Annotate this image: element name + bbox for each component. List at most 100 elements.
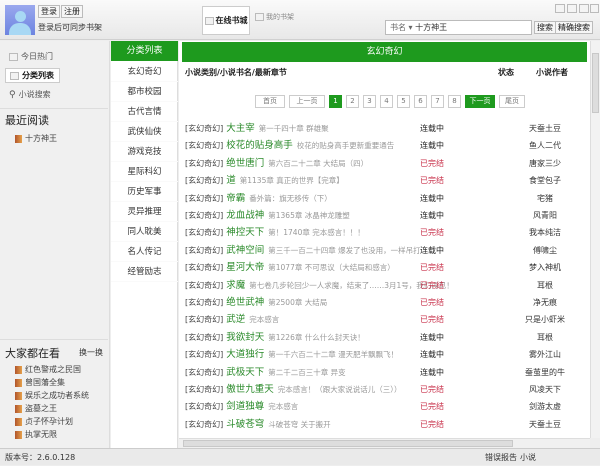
- latest-chapter-link[interactable]: 第1135章 真正的世界【完章】: [240, 176, 344, 185]
- author-link[interactable]: 食堂包子: [515, 172, 575, 189]
- latest-chapter-link[interactable]: 第一千四十章 群雄聚: [259, 124, 329, 133]
- book-title-link[interactable]: 我欲封天: [226, 332, 264, 343]
- search-input[interactable]: 书名 ▾ 十方神王: [385, 20, 532, 35]
- author-link[interactable]: 耳根: [515, 329, 575, 346]
- page-page-8-button[interactable]: 8: [448, 95, 461, 108]
- row-category[interactable]: [玄幻奇幻]: [185, 385, 223, 394]
- author-link[interactable]: 雾外江山: [515, 346, 575, 363]
- author-link[interactable]: 天蚕土豆: [515, 120, 575, 137]
- author-link[interactable]: 天蚕土豆: [515, 416, 575, 433]
- book-title-link[interactable]: 武逆: [226, 314, 245, 325]
- author-link[interactable]: 梦入神机: [515, 259, 575, 276]
- book-title-link[interactable]: 大道独行: [226, 349, 264, 360]
- latest-chapter-link[interactable]: 第三千一百二十四章 爆发了也没用，一样吊打: [268, 246, 420, 255]
- category-item[interactable]: 历史军事: [111, 182, 178, 202]
- book-title-link[interactable]: 校花的贴身高手: [226, 140, 293, 151]
- latest-chapter-link[interactable]: 第！1740章 完本感言！！！: [268, 228, 364, 237]
- category-item[interactable]: 星际科幻: [111, 162, 178, 182]
- login-button[interactable]: 登录: [38, 5, 60, 18]
- latest-chapter-link[interactable]: 第1077章 不可思议（大结局和感言）: [268, 263, 394, 272]
- row-category[interactable]: [玄幻奇幻]: [185, 298, 223, 307]
- author-link[interactable]: 蚕茧里的牛: [515, 364, 575, 381]
- category-item[interactable]: 都市校园: [111, 82, 178, 102]
- row-category[interactable]: [玄幻奇幻]: [185, 315, 223, 324]
- row-category[interactable]: [玄幻奇幻]: [185, 246, 223, 255]
- row-category[interactable]: [玄幻奇幻]: [185, 350, 223, 359]
- page-next-button[interactable]: 下一页: [465, 95, 495, 108]
- close-icon[interactable]: [590, 4, 599, 13]
- avatar[interactable]: [5, 5, 35, 35]
- register-button[interactable]: 注册: [61, 5, 83, 18]
- search-button[interactable]: 搜索: [534, 21, 556, 34]
- book-title-link[interactable]: 神控天下: [226, 227, 264, 238]
- latest-chapter-link[interactable]: 完本感言！（跟大家说说话儿（三））: [278, 385, 402, 394]
- author-link[interactable]: 净无痕: [515, 294, 575, 311]
- author-link[interactable]: 耳根: [515, 277, 575, 294]
- page-page-1-button[interactable]: 1: [329, 95, 342, 108]
- row-category[interactable]: [玄幻奇幻]: [185, 228, 223, 237]
- row-category[interactable]: [玄幻奇幻]: [185, 263, 223, 272]
- page-page-3-button[interactable]: 3: [363, 95, 376, 108]
- refresh-link[interactable]: 换一换: [79, 347, 103, 358]
- latest-chapter-link[interactable]: 第六百二十二章 大结局（四）: [268, 159, 368, 168]
- page-page-5-button[interactable]: 5: [397, 95, 410, 108]
- latest-chapter-link[interactable]: 斗破苍穹 关于搬开: [268, 420, 330, 429]
- popular-item[interactable]: 执掌无限: [15, 429, 57, 440]
- page-page-2-button[interactable]: 2: [346, 95, 359, 108]
- page-first-button[interactable]: 首页: [255, 95, 285, 108]
- page-prev-button[interactable]: 上一页: [289, 95, 325, 108]
- book-title-link[interactable]: 求魔: [226, 280, 245, 291]
- row-category[interactable]: [玄幻奇幻]: [185, 141, 223, 150]
- page-page-7-button[interactable]: 7: [431, 95, 444, 108]
- page-page-4-button[interactable]: 4: [380, 95, 393, 108]
- popular-item[interactable]: 曾国藩全集: [15, 377, 65, 388]
- book-title-link[interactable]: 绝世唐门: [226, 158, 264, 169]
- row-category[interactable]: [玄幻奇幻]: [185, 333, 223, 342]
- book-title-link[interactable]: 星河大帝: [226, 262, 264, 273]
- row-category[interactable]: [玄幻奇幻]: [185, 402, 223, 411]
- book-title-link[interactable]: 斗破苍穹: [226, 419, 264, 430]
- row-category[interactable]: [玄幻奇幻]: [185, 281, 223, 290]
- latest-chapter-link[interactable]: 番外篇：旗无移传（下）: [249, 194, 332, 203]
- author-link[interactable]: 我本纯洁: [515, 224, 575, 241]
- minimize-icon[interactable]: [567, 4, 577, 13]
- book-title-link[interactable]: 武神空间: [226, 245, 264, 256]
- exact-search-button[interactable]: 精确搜索: [555, 21, 593, 34]
- row-category[interactable]: [玄幻奇幻]: [185, 368, 223, 377]
- row-category[interactable]: [玄幻奇幻]: [185, 159, 223, 168]
- maximize-icon[interactable]: [579, 4, 589, 13]
- latest-chapter-link[interactable]: 第1365章 冰晶神龙雕塑: [268, 211, 349, 220]
- page-page-6-button[interactable]: 6: [414, 95, 427, 108]
- author-link[interactable]: 鱼人二代: [515, 137, 575, 154]
- category-item[interactable]: 名人传记: [111, 242, 178, 262]
- latest-chapter-link[interactable]: 第二千二百三十章 异变: [268, 368, 345, 377]
- book-title-link[interactable]: 龙血战神: [226, 210, 264, 221]
- nav-today-hot[interactable]: 今日热门: [5, 49, 60, 64]
- latest-chapter-link[interactable]: 校花的贴身高手更新重要通告: [297, 141, 395, 150]
- category-item[interactable]: 游戏竞技: [111, 142, 178, 162]
- popular-item[interactable]: 贞子怀孕计划: [15, 416, 73, 427]
- latest-chapter-link[interactable]: 完本感言: [268, 402, 298, 411]
- category-item[interactable]: 武侠仙侠: [111, 122, 178, 142]
- book-title-link[interactable]: 道: [226, 175, 236, 186]
- category-item[interactable]: 同人耽美: [111, 222, 178, 242]
- latest-chapter-link[interactable]: 第一千六百二十二章 漫天肥羊飘飘飞！: [268, 350, 398, 359]
- book-title-link[interactable]: 剑道独尊: [226, 401, 264, 412]
- vertical-scrollbar[interactable]: [590, 41, 600, 438]
- latest-chapter-link[interactable]: 第1226章 什么什么封天诀！: [268, 333, 364, 342]
- latest-chapter-link[interactable]: 第2500章 大结局: [268, 298, 327, 307]
- tab-my-shelf[interactable]: 我的书架: [255, 12, 294, 22]
- popular-item[interactable]: 盗墓之王: [15, 403, 57, 414]
- author-link[interactable]: 只是小虾米: [515, 311, 575, 328]
- category-item[interactable]: 古代言情: [111, 102, 178, 122]
- latest-chapter-link[interactable]: 完本感言: [249, 315, 279, 324]
- book-title-link[interactable]: 帝霸: [226, 193, 245, 204]
- row-category[interactable]: [玄幻奇幻]: [185, 211, 223, 220]
- row-category[interactable]: [玄幻奇幻]: [185, 124, 223, 133]
- author-link[interactable]: 剑游太虚: [515, 398, 575, 415]
- row-category[interactable]: [玄幻奇幻]: [185, 420, 223, 429]
- author-link[interactable]: 宅猪: [515, 190, 575, 207]
- category-item[interactable]: 经管励志: [111, 262, 178, 282]
- author-link[interactable]: 风青阳: [515, 207, 575, 224]
- page-last-button[interactable]: 尾页: [499, 95, 525, 108]
